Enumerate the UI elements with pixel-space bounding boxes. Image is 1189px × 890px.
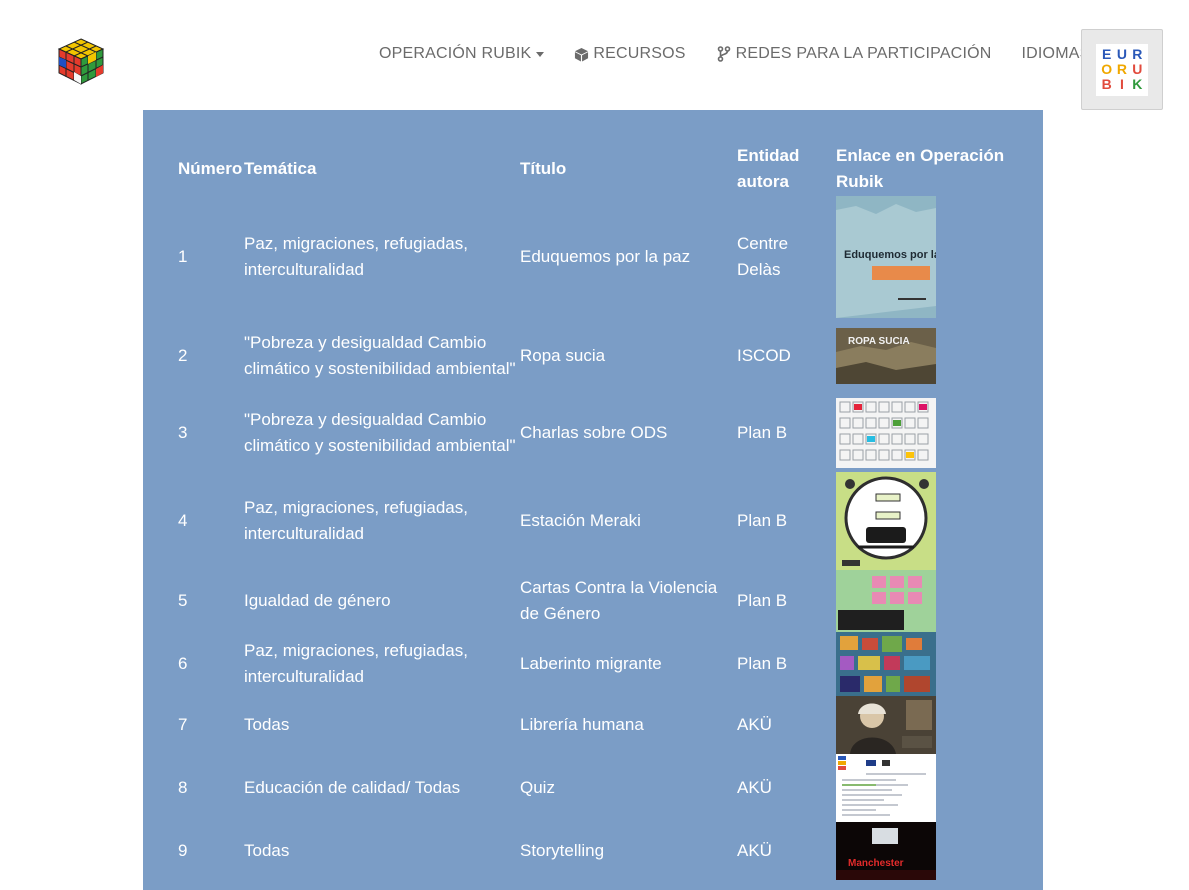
table-row: 5 Igualdad de género Cartas Contra la Vi… [178,570,1043,632]
row-entidad: AKÜ [737,778,772,797]
thumbnail-link[interactable]: Eduquemos por la Paz: [836,196,936,318]
nav-operacion-rubik[interactable]: OPERACIÓN RUBIK [379,45,545,63]
row-numero: 4 [178,511,188,530]
row-numero: 2 [178,346,188,365]
logo-letter: U [1116,45,1128,62]
row-numero: 9 [178,841,188,860]
code-branch-icon [716,46,732,62]
row-enlace: Manchester [836,822,1036,880]
row-titulo: Librería humana [520,715,644,734]
thumbnail-link[interactable] [836,754,936,822]
logo-letter: R [1132,45,1143,62]
thumb-text: Manchester [848,858,904,869]
row-tematica: Paz, migraciones, refugiadas, intercultu… [244,498,468,543]
row-numero: 5 [178,591,188,610]
caret-down-icon [535,49,545,59]
logo-letter: I [1120,76,1124,93]
eurorubik-logo: E U R O R U B I K [1096,43,1148,96]
row-titulo: Quiz [520,778,555,797]
thumbnail-link[interactable]: Manchester [836,822,936,880]
table-row: 9 Todas Storytelling AKÜ Manchester [178,822,1043,880]
thumbnail-link[interactable] [836,472,936,570]
resources-panel: Número Temática Título Entidad autora En… [143,110,1043,890]
thumbnail-link[interactable] [836,570,936,632]
row-entidad: Plan B [737,654,788,673]
row-entidad: Centre Delàs [737,234,789,279]
row-enlace [836,394,1036,472]
row-tematica: Todas [244,841,290,860]
row-tematica: "Pobreza y desigualdad Cambio climático … [244,333,516,378]
row-entidad: Plan B [737,423,788,442]
row-numero: 8 [178,778,188,797]
table-header: Número Temática Título Entidad autora En… [178,142,1043,196]
nav-redes-label: REDES PARA LA PARTICIPACIÓN [735,45,992,62]
logo-letter: R [1116,60,1128,77]
nav-redes-participacion[interactable]: REDES PARA LA PARTICIPACIÓN [716,45,992,63]
header-enlace: Enlace en Operación Rubik [836,146,1005,191]
row-titulo: Estación Meraki [520,511,641,530]
row-entidad: Plan B [737,591,788,610]
eurorubik-logo-button[interactable]: E U R O R U B I K [1081,29,1163,110]
row-tematica: Paz, migraciones, refugiadas, intercultu… [244,641,468,686]
row-entidad: ISCOD [737,346,791,365]
row-numero: 3 [178,423,188,442]
thumbnail-link[interactable] [836,632,936,696]
header-titulo: Título [520,159,567,178]
logo-letter: B [1101,76,1112,93]
thumbnail-link[interactable]: ROPA SUCIA [836,328,936,384]
row-titulo: Eduquemos por la paz [520,247,691,266]
nav-operacion-rubik-label: OPERACIÓN RUBIK [379,45,532,62]
row-titulo: Charlas sobre ODS [520,423,668,442]
table-row: 4 Paz, migraciones, refugiadas, intercul… [178,472,1043,570]
thumbnail-link[interactable] [836,398,936,468]
table-row: 3 "Pobreza y desigualdad Cambio climátic… [178,394,1043,472]
row-tematica: Todas [244,715,290,734]
row-numero: 6 [178,654,188,673]
row-enlace: ROPA SUCIA [836,318,1036,394]
nav-recursos[interactable]: RECURSOS [573,45,685,63]
thumbnail-link[interactable] [836,696,936,754]
header-numero: Número [178,159,243,178]
row-enlace [836,696,1036,754]
header-entidad: Entidad autora [737,146,800,191]
row-tematica: "Pobreza y desigualdad Cambio climático … [244,410,516,455]
table-row: 1 Paz, migraciones, refugiadas, intercul… [178,196,1043,318]
table-row: 2 "Pobreza y desigualdad Cambio climátic… [178,318,1043,394]
table-row: 8 Educación de calidad/ Todas Quiz AKÜ [178,754,1043,822]
main-nav: OPERACIÓN RUBIK RECURSOS REDES PARA LA P… [379,43,1090,65]
row-enlace [836,570,1036,632]
thumb-text: ROPA SUCIA [848,336,910,347]
row-titulo: Storytelling [520,841,605,860]
row-entidad: AKÜ [737,841,772,860]
row-enlace [836,754,1036,822]
row-entidad: AKÜ [737,715,772,734]
row-titulo: Laberinto migrante [520,654,662,673]
logo-letter: O [1101,60,1113,77]
logo-letter: U [1132,60,1143,77]
row-enlace: Eduquemos por la Paz: [836,196,1036,318]
row-enlace [836,472,1036,570]
row-tematica: Educación de calidad/ Todas [244,778,461,797]
row-enlace [836,632,1036,696]
row-numero: 1 [178,247,188,266]
nav-recursos-label: RECURSOS [593,45,686,62]
cube-icon [573,46,589,62]
logo-letter: K [1132,76,1143,93]
row-tematica: Paz, migraciones, refugiadas, intercultu… [244,234,468,279]
header-tematica: Temática [244,159,317,178]
row-titulo: Ropa sucia [520,346,606,365]
logo-letter: E [1101,45,1112,62]
row-entidad: Plan B [737,511,788,530]
row-numero: 7 [178,715,188,734]
table-row: 6 Paz, migraciones, refugiadas, intercul… [178,632,1043,696]
rubik-cube-logo[interactable] [56,36,106,86]
row-tematica: Igualdad de género [244,591,391,610]
thumb-text: Eduquemos por la Paz: [844,249,936,261]
row-titulo: Cartas Contra la Violencia de Género [520,578,718,623]
table-row: 7 Todas Librería humana AKÜ [178,696,1043,754]
